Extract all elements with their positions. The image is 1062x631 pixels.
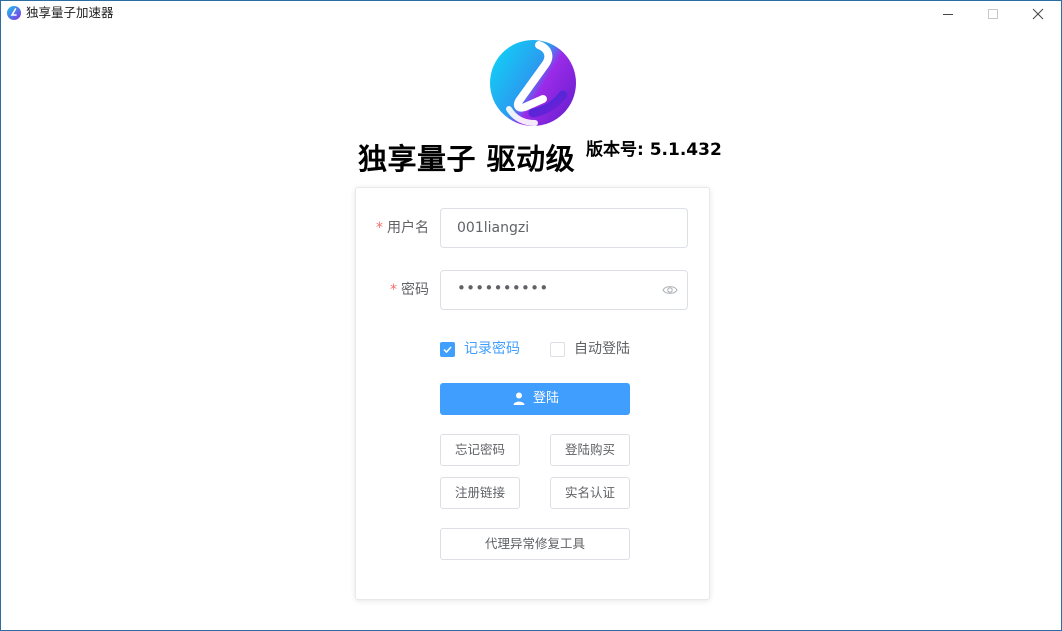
- username-value: 001liangzi: [457, 220, 530, 236]
- forgot-password-button[interactable]: 忘记密码: [440, 434, 520, 466]
- login-purchase-button[interactable]: 登陆购买: [550, 434, 630, 466]
- user-icon: [513, 392, 525, 405]
- password-input[interactable]: ••••••••••: [440, 270, 688, 310]
- checkbox-checked[interactable]: [440, 342, 455, 357]
- password-label-text: 密码: [401, 282, 429, 298]
- app-logo-icon: [7, 6, 21, 20]
- login-button-label: 登陆: [533, 391, 560, 406]
- password-value: ••••••••••: [457, 279, 549, 297]
- username-input[interactable]: 001liangzi: [440, 208, 688, 248]
- remember-password-label: 记录密码: [464, 341, 520, 357]
- auto-login-checkbox[interactable]: 自动登陆: [550, 339, 650, 359]
- real-name-auth-button[interactable]: 实名认证: [550, 477, 630, 509]
- minimize-icon: [943, 14, 953, 15]
- minimize-button[interactable]: [925, 1, 971, 26]
- proxy-repair-tool-button[interactable]: 代理异常修复工具: [440, 528, 630, 560]
- login-card: * 用户名 001liangzi * 密码 •••••••••• 记录密码 自动登陆: [355, 187, 710, 600]
- password-label: * 密码: [390, 280, 429, 300]
- register-link-button[interactable]: 注册链接: [440, 477, 520, 509]
- eye-icon[interactable]: [662, 283, 678, 297]
- brand-logo: [490, 40, 576, 126]
- username-label-text: 用户名: [387, 220, 429, 236]
- username-label: * 用户名: [376, 218, 429, 238]
- required-mark: *: [390, 282, 397, 298]
- close-icon: [1032, 8, 1044, 20]
- maximize-button[interactable]: [970, 1, 1016, 26]
- check-icon: [443, 346, 452, 354]
- checkbox-unchecked[interactable]: [550, 342, 565, 357]
- login-button[interactable]: 登陆: [440, 383, 630, 415]
- remember-password-checkbox[interactable]: 记录密码: [440, 339, 540, 359]
- page-title: 独享量子 驱动级: [358, 142, 576, 176]
- app-window: 独享量子加速器 独享量子 驱动级 版本号: 5.1.432 * 用户名 001l…: [0, 0, 1062, 631]
- required-mark: *: [376, 220, 383, 236]
- close-button[interactable]: [1015, 1, 1061, 26]
- title-bar[interactable]: 独享量子加速器: [1, 1, 1061, 26]
- auto-login-label: 自动登陆: [574, 341, 630, 357]
- window-title: 独享量子加速器: [26, 5, 114, 20]
- maximize-icon: [988, 9, 998, 19]
- version-label: 版本号: 5.1.432: [586, 140, 722, 160]
